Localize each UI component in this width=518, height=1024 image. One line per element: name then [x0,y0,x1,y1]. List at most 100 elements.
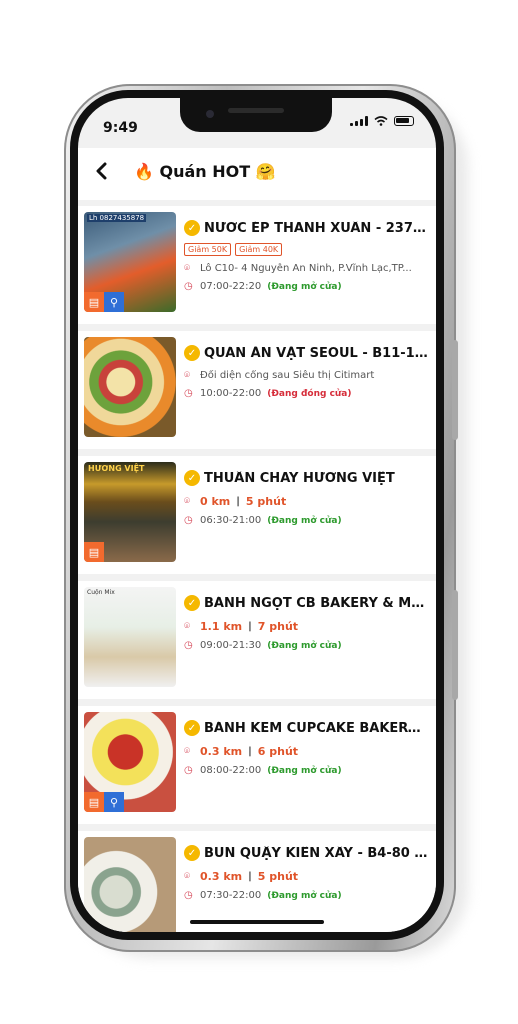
store-distance: 0.3 km [200,870,243,883]
store-card[interactable]: HƯƠNG VIỆT ▤ ✓ THUẦN CHAY HƯƠNG VIỆT ⌾ 0 k… [78,456,436,574]
promo-tag: Giảm 50K [184,243,232,256]
store-thumbnail [84,337,176,437]
status-open: (Đang mở cửa) [267,765,342,776]
clock-icon: ◷ [184,388,193,399]
camera-icon [206,110,214,118]
store-thumbnail: ▤ ⚲ [84,712,176,812]
verified-icon: ✓ [184,845,200,861]
speaker [228,108,284,113]
page-title-text: Quán HOT [159,162,251,181]
thumbnail-phone-text: Lh 0827435878 [87,214,147,222]
store-distance: 1.1 km [200,620,243,633]
clock-icon: ◷ [184,765,193,776]
store-name: NƯỚC ÉP THANH XUÂN - 237 N... [204,220,428,236]
status-open: (Đang mở cửa) [267,515,342,526]
home-indicator[interactable] [190,920,324,924]
store-card[interactable]: Lh 0827435878 ▤ ⚲ ✓ NƯỚC ÉP THANH XUÂN - … [78,206,436,324]
screen: 9:49 🔥 Quán HOT 🤗 Lh 0827435878 ▤ ⚲ ✓ NƯ… [78,98,436,932]
page-title: 🔥 Quán HOT 🤗 [134,162,276,181]
back-button[interactable] [94,162,108,184]
location-pin-icon: ⌾ [184,745,190,757]
store-thumbnail: Lh 0827435878 ▤ ⚲ [84,212,176,312]
store-info: ✓ BÁNH NGỌT CB BAKERY & MILK... ⌾ 1.1 km | 7… [184,593,428,651]
thumbnail-menu-text: Cuộn Mix [87,589,115,596]
thumbnail-sign-text: HƯƠNG VIỆT [88,464,145,473]
store-info: ✓ QUÁN ĂN VẶT SEOUL - B11-19 L... ⌾ Đối di… [184,343,428,399]
clock-icon: ◷ [184,281,193,292]
promo-tags: Giảm 50K Giảm 40K [184,243,428,256]
smile-icon: 🤗 [255,162,276,181]
store-distance: 0 km [200,495,231,508]
store-name: BÁNH KEM CUPCAKE BAKERY - 3... [204,720,428,736]
store-address: Lô C10- 4 Nguyễn An Ninh, P.Vĩnh Lạc,TP.… [200,263,412,274]
store-thumbnail: HƯƠNG VIỆT ▤ [84,462,176,562]
bike-delivery-icon: ⚲ [104,292,124,312]
status-open: (Đang mở cửa) [267,281,342,292]
store-duration: 5 phút [245,495,287,508]
store-info: ✓BÁNH KEM CUPCAKE BAKERY - 3... ⌾ 0.3 km |… [184,718,428,776]
separator: | [248,871,252,882]
separator: | [248,746,252,757]
status-open: (Đang mở cửa) [267,640,342,651]
store-name: QUÁN ĂN VẶT SEOUL - B11-19 L... [204,345,428,361]
service-badges: ▤ [84,542,104,562]
chevron-left-icon [96,162,107,180]
notch [180,98,332,132]
store-info: ✓ BÚN QUẬY KIẾN XÂY - B4-80 3 T... ⌾ 0.3 k… [184,843,428,901]
service-badges: ▤ ⚲ [84,292,124,312]
store-list: Lh 0827435878 ▤ ⚲ ✓ NƯỚC ÉP THANH XUÂN - … [78,206,436,932]
status-time: 9:49 [103,120,138,136]
store-hours: 10:00-22:00 [200,388,262,399]
store-name: BÚN QUẬY KIẾN XÂY - B4-80 3 T... [204,845,428,861]
promo-tag: Giảm 40K [235,243,283,256]
store-badge-icon: ▤ [84,792,104,812]
clock-icon: ◷ [184,890,193,901]
store-thumbnail: Cuộn Mix [84,587,176,687]
store-hours: 06:30-21:00 [200,515,262,526]
store-info: ✓ THUẦN CHAY HƯƠNG VIỆT ⌾ 0 km | 5 phút ◷ 06:… [184,468,428,526]
store-duration: 7 phút [257,620,299,633]
clock-icon: ◷ [184,515,193,526]
store-badge-icon: ▤ [84,292,104,312]
power-button [452,340,458,440]
location-pin-icon: ⌾ [184,495,190,507]
store-card[interactable]: Cuộn Mix ✓ BÁNH NGỌT CB BAKERY & MILK... … [78,581,436,699]
store-hours: 08:00-22:00 [200,765,262,776]
wifi-icon [374,116,388,126]
store-duration: 5 phút [257,870,299,883]
clock-icon: ◷ [184,640,193,651]
verified-icon: ✓ [184,345,200,361]
location-pin-icon: ⌾ [184,263,190,274]
store-hours: 09:00-21:30 [200,640,262,651]
battery-icon [394,116,414,126]
store-address: Đối diện cổng sau Siêu thị Citimart [200,370,375,381]
fire-icon: 🔥 [134,162,154,181]
store-badge-icon: ▤ [84,542,104,562]
header: 🔥 Quán HOT 🤗 [78,148,436,200]
verified-icon: ✓ [184,595,200,611]
verified-icon: ✓ [184,720,200,736]
store-thumbnail [84,837,176,932]
separator: | [236,496,240,507]
store-hours: 07:30-22:00 [200,890,262,901]
status-icons [350,116,414,126]
status-closed: (Đang đóng cửa) [267,388,352,399]
store-card[interactable]: ▤ ⚲ ✓BÁNH KEM CUPCAKE BAKERY - 3... ⌾ 0.3… [78,706,436,824]
store-duration: 6 phút [257,745,299,758]
location-pin-icon: ⌾ [184,620,190,632]
cellular-signal-icon [350,116,368,126]
location-pin-icon: ⌾ [184,370,190,381]
verified-icon: ✓ [184,220,200,236]
store-name: THUẦN CHAY HƯƠNG VIỆT [204,470,395,486]
status-open: (Đang mở cửa) [267,890,342,901]
store-distance: 0.3 km [200,745,243,758]
service-badges: ▤ ⚲ [84,792,124,812]
bike-delivery-icon: ⚲ [104,792,124,812]
location-pin-icon: ⌾ [184,870,190,882]
verified-icon: ✓ [184,470,200,486]
store-card[interactable]: ✓ QUÁN ĂN VẶT SEOUL - B11-19 L... ⌾ Đối di… [78,331,436,449]
store-card[interactable]: ✓ BÚN QUẬY KIẾN XÂY - B4-80 3 T... ⌾ 0.3 k… [78,831,436,932]
separator: | [248,621,252,632]
store-info: ✓ NƯỚC ÉP THANH XUÂN - 237 N... Giảm 50K … [184,218,428,292]
store-hours: 07:00-22:20 [200,281,262,292]
